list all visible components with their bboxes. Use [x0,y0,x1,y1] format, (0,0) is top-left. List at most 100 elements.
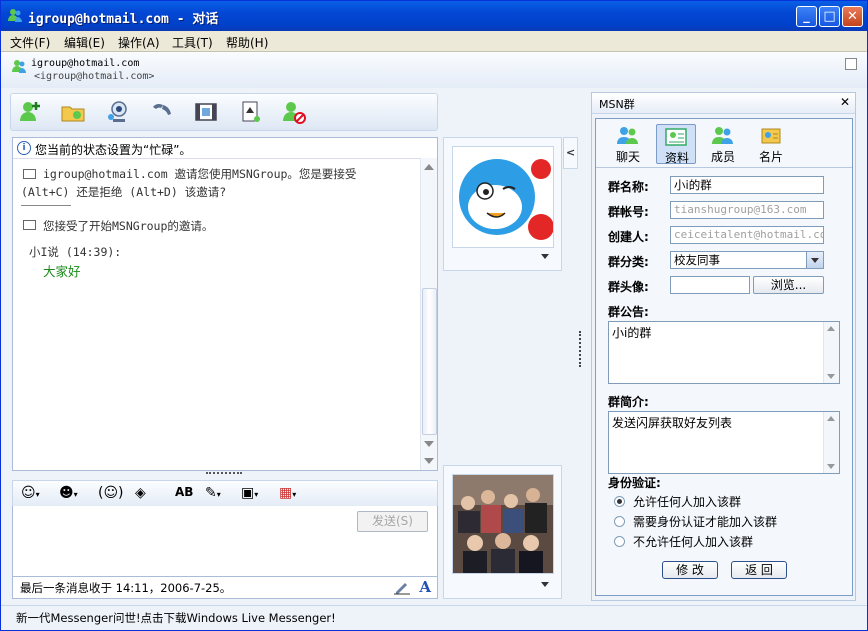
voice-clip-icon[interactable]: ◈ [135,485,146,501]
menu-actions[interactable]: 操作(A) [118,34,160,51]
group-photo-icon [453,475,553,573]
scroll-down-icon[interactable] [827,374,835,379]
intro-scrollbar[interactable] [823,412,839,473]
contact-display-picture[interactable] [443,137,562,271]
panel-splitter-handle[interactable] [579,331,583,367]
menu-edit[interactable]: 编辑(E) [64,34,105,51]
group-intro-textarea[interactable]: 发送闪屏获取好友列表 [608,411,840,474]
scroll-end-icon[interactable] [424,458,434,464]
wink-icon[interactable]: ☻▾ [59,485,78,501]
menu-file[interactable]: 文件(F) [10,34,50,51]
group-intro-label: 群简介: [608,395,649,409]
background-brush-icon[interactable]: ✎▾ [205,485,221,501]
activities-icon[interactable] [238,99,264,125]
format-toolbar: ☺▾ ☻▾ (☺) ◈ AB ✎▾ ▣▾ ▦▾ [12,480,438,508]
close-button[interactable]: ✕ [842,6,863,27]
group-category-label: 群分类: [608,255,649,269]
message-divider [21,205,71,206]
message-input[interactable]: 发送(S) [12,506,438,577]
group-intro-text: 发送闪屏获取好友列表 [612,416,733,430]
title-bar[interactable]: igroup@hotmail.com - 对话 _ □ ✕ [1,1,867,31]
background-picture-icon[interactable]: ▣▾ [241,485,258,501]
tab-members-label: 成员 [710,150,735,164]
emoticon-icon[interactable]: ☺▾ [21,485,40,501]
chat-history[interactable]: i 您当前的状态设置为“忙碌”。 igroup@hotmail.com 邀请您使… [12,137,438,471]
scroll-down-icon[interactable] [424,441,434,447]
nudge-icon[interactable]: (☺) [98,485,124,501]
handwriting-icon[interactable] [393,579,411,595]
auth-option-require-verify[interactable]: 需要身份认证才能加入该群 [633,513,777,530]
menu-help[interactable]: 帮助(H) [226,34,268,51]
panel-header: MSN群 ✕ [592,93,855,114]
tab-card-label: 名片 [758,150,783,164]
scroll-up-icon[interactable] [424,164,434,170]
gift-icon[interactable]: ▦▾ [279,485,296,501]
tab-chat[interactable]: 聊天 [608,124,648,164]
auth-radio-allow-all[interactable] [614,496,625,507]
contact-status-icon [12,60,26,73]
menu-tools[interactable]: 工具(T) [172,34,213,51]
message-text: 大家好 [43,264,81,279]
maximize-button[interactable]: □ [819,6,840,27]
tab-members[interactable]: 成员 [703,124,743,164]
auth-label: 身份验证: [608,476,661,490]
profile-icon [665,128,687,146]
group-creator-field: ceiceitalent@hotmail.com [670,226,824,244]
envelope-icon [23,220,36,230]
photo-menu-chevron-down-icon[interactable] [541,582,549,587]
chevron-down-icon[interactable] [806,252,823,268]
status-notice: i 您当前的状态设置为“忙碌”。 [13,138,437,159]
webcam-icon[interactable] [105,99,131,125]
scroll-down-icon[interactable] [827,464,835,469]
status-notice-text: 您当前的状态设置为“忙碌”。 [35,143,192,157]
voice-call-icon[interactable] [149,99,175,125]
group-name-field[interactable]: 小i的群 [670,176,824,194]
tab-card[interactable]: 名片 [751,124,791,164]
video-icon[interactable] [193,99,219,125]
group-avatar-label: 群头像: [608,280,649,294]
invite-icon[interactable] [17,99,43,125]
group-avatar-path[interactable] [670,276,750,294]
auth-radio-deny-all[interactable] [614,536,625,547]
notice-scrollbar[interactable] [823,322,839,383]
modify-button[interactable]: 修 改 [662,561,718,579]
block-icon[interactable] [281,99,307,125]
back-button[interactable]: 返 回 [731,561,787,579]
auth-option-allow-all[interactable]: 允许任何人加入该群 [633,493,741,510]
auth-option-deny-all[interactable]: 不允许任何人加入该群 [633,533,753,550]
group-category-select[interactable]: 校友同事 [670,251,824,269]
menu-bar: 文件(F) 编辑(E) 操作(A) 工具(T) 帮助(H) [1,31,867,52]
panel-close-icon[interactable]: ✕ [840,95,850,109]
group-account-field: tianshugroup@163.com [670,201,824,219]
download-ad-link[interactable]: 新一代Messenger问世!点击下载Windows Live Messenge… [16,610,336,626]
envelope-icon [23,169,36,179]
invite-message-line2: (Alt+C) 还是拒绝 (Alt+D) 该邀请? [21,185,227,199]
group-notice-text: 小i的群 [612,326,652,340]
card-icon [761,128,781,144]
group-name-label: 群名称: [608,180,649,194]
avatar-menu-chevron-down-icon[interactable] [541,254,549,259]
my-display-picture[interactable] [443,465,562,599]
action-toolbar [10,93,438,131]
send-files-icon[interactable] [60,99,86,125]
send-button[interactable]: 发送(S) [357,511,428,532]
scroll-thumb[interactable] [422,288,437,435]
browse-button[interactable]: 浏览... [753,276,824,294]
invite-message-line1: igroup@hotmail.com 邀请您使用MSNGroup。您是要接受 [43,167,357,181]
minimize-button[interactable]: _ [796,6,817,27]
tab-profile[interactable]: 资料 [656,124,696,165]
splitter-handle[interactable] [206,472,242,477]
last-message-text: 最后一条消息收于 14:11，2006-7-25。 [20,581,232,595]
chat-icon [617,127,638,144]
auth-radio-require-verify[interactable] [614,516,625,527]
contact-name: igroup@hotmail.com [31,58,140,69]
contact-avatar [452,146,554,248]
scroll-up-icon[interactable] [827,326,835,331]
scroll-up-icon[interactable] [827,416,835,421]
collapse-pictures-button[interactable]: < [563,137,578,169]
chat-scrollbar[interactable] [420,158,437,470]
header-expand-icon[interactable] [845,58,857,70]
group-notice-textarea[interactable]: 小i的群 [608,321,840,384]
text-mode-icon[interactable]: A [419,578,431,596]
font-icon[interactable]: AB [175,485,193,499]
